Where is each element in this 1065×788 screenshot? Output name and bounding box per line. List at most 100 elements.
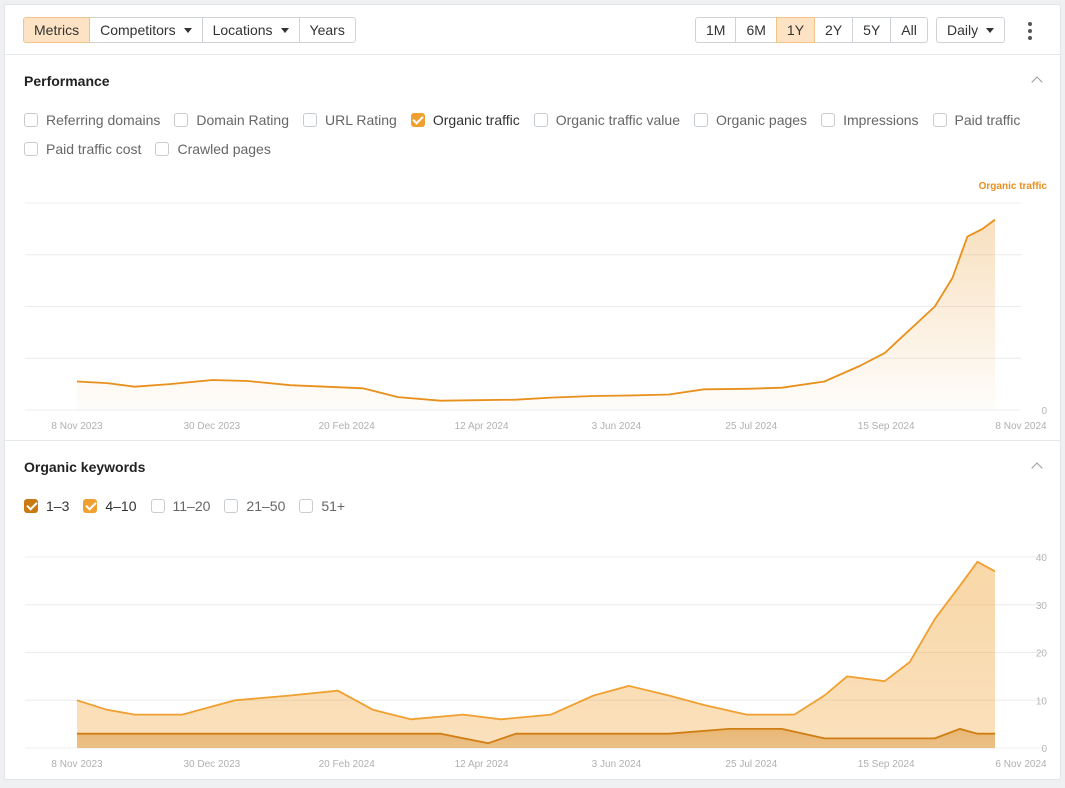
checkbox-empty-icon	[155, 141, 170, 156]
checkbox-organic-pages[interactable]: Organic pages	[694, 112, 807, 128]
x-tick-label: 25 Jul 2024	[725, 759, 777, 770]
x-tick-label: 8 Nov 2024	[995, 421, 1047, 432]
checkbox-label: 1–3	[46, 497, 70, 514]
checkbox-label: Domain Rating	[196, 111, 289, 128]
tab-locations[interactable]: Locations	[201, 17, 300, 43]
checkbox-empty-icon	[174, 112, 189, 127]
y-tick-label: 30	[1036, 601, 1048, 612]
checkbox-empty-icon	[299, 498, 314, 513]
toolbar: Metrics Competitors Locations Years 1M 6M 1Y 2…	[5, 5, 1060, 55]
tab-competitors[interactable]: Competitors	[89, 17, 203, 43]
chevron-up-icon[interactable]	[1032, 461, 1042, 471]
x-tick-label: 20 Feb 2024	[319, 421, 376, 432]
organic-keywords-chart: 0 10 20 30 40 8 Nov 2023 30 Dec 2023 20 Feb 202…	[25, 553, 1048, 770]
checkbox-url-rating[interactable]: URL Rating	[303, 112, 397, 128]
checkbox-21-50[interactable]: 21–50	[224, 498, 285, 514]
view-tabs: Metrics Competitors Locations Years	[23, 17, 356, 43]
site-explorer-overview-panel: Metrics Competitors Locations Years 1M 6M 1Y 2…	[4, 4, 1061, 780]
tab-label: Locations	[212, 22, 273, 38]
range-6m-button[interactable]: 6M	[735, 17, 777, 43]
checkbox-crawled-pages[interactable]: Crawled pages	[155, 140, 271, 157]
range-all-button[interactable]: All	[890, 17, 928, 43]
y-tick-label: 10	[1036, 696, 1048, 707]
checkbox-empty-icon	[24, 112, 38, 127]
checkbox-row: 1–3 4–10 11–20 21–50 51+	[24, 491, 359, 520]
chevron-up-icon[interactable]	[1032, 75, 1042, 85]
tab-label: Competitors	[100, 22, 176, 38]
interval-dropdown[interactable]: Daily	[936, 17, 1006, 43]
checkbox-empty-icon	[150, 498, 165, 513]
checkbox-empty-icon	[932, 112, 947, 127]
performance-title: Performance	[24, 73, 110, 89]
checkbox-impressions[interactable]: Impressions	[821, 111, 919, 128]
checkbox-checked-icon	[83, 498, 98, 513]
performance-metric-checkboxes: Referring domains Domain Rating URL Rating…	[24, 105, 1034, 163]
keyword-position-checkboxes: 1–3 4–10 11–20 21–50 51+	[24, 491, 359, 520]
checkbox-label: Organic traffic value	[555, 111, 680, 128]
range-2y-button[interactable]: 2Y	[814, 17, 854, 43]
checkbox-label: Impressions	[843, 111, 919, 128]
y-tick-label: 0	[1041, 744, 1047, 755]
series-area-organic-traffic	[77, 219, 995, 410]
checkbox-1-3[interactable]: 1–3	[24, 498, 69, 514]
chevron-down-icon	[183, 27, 192, 33]
organic-traffic-chart: 0 8 Nov 2023 30 Dec 2023 20 Feb 2024 12 Apr …	[25, 181, 1048, 432]
checkbox-empty-icon	[303, 112, 317, 127]
x-tick-label: 25 Jul 2024	[725, 421, 777, 432]
range-1y-button[interactable]: 1Y	[775, 17, 816, 43]
chart-legend-label: Organic traffic	[979, 181, 1048, 192]
checkbox-domain-rating[interactable]: Domain Rating	[174, 112, 289, 128]
checkbox-empty-icon	[694, 112, 708, 127]
checkbox-label: 51+	[321, 497, 346, 514]
x-tick-label: 8 Nov 2023	[51, 759, 103, 770]
x-tick-label: 12 Apr 2024	[455, 759, 509, 770]
section-divider	[5, 440, 1060, 441]
checkbox-51[interactable]: 51+	[299, 498, 345, 514]
tab-label: Years	[309, 22, 345, 38]
y-tick-label: 0	[1041, 406, 1047, 417]
x-tick-label: 3 Jun 2024	[592, 421, 642, 432]
checkbox-row: Referring domains Domain Rating URL Rating…	[24, 105, 1034, 134]
checkbox-4-10[interactable]: 4–10	[83, 498, 137, 514]
checkbox-label: Crawled pages	[177, 140, 271, 157]
checkbox-checked-icon	[24, 498, 38, 513]
x-tick-label: 15 Sep 2024	[858, 759, 915, 770]
x-tick-label: 30 Dec 2023	[183, 421, 240, 432]
interval-label: Daily	[947, 22, 979, 38]
checkbox-organic-traffic-value[interactable]: Organic traffic value	[533, 111, 680, 128]
checkbox-organic-traffic[interactable]: Organic traffic	[410, 111, 520, 128]
checkbox-label: URL Rating	[325, 111, 397, 128]
x-tick-label: 12 Apr 2024	[455, 421, 509, 432]
tab-metrics[interactable]: Metrics	[23, 17, 91, 43]
y-tick-label: 20	[1036, 649, 1048, 660]
checkbox-paid-traffic[interactable]: Paid traffic	[932, 112, 1020, 128]
checkbox-empty-icon	[224, 498, 239, 513]
checkbox-empty-icon	[24, 141, 38, 156]
organic-keywords-title: Organic keywords	[24, 459, 146, 475]
checkbox-referring-domains[interactable]: Referring domains	[24, 112, 160, 128]
range-1m-button[interactable]: 1M	[695, 17, 737, 43]
series-area-4-10	[77, 561, 995, 748]
checkbox-paid-traffic-cost[interactable]: Paid traffic cost	[24, 141, 141, 157]
checkbox-empty-icon	[533, 112, 548, 127]
checkbox-label: 21–50	[246, 497, 286, 514]
checkbox-checked-icon	[410, 112, 425, 127]
x-tick-label: 20 Feb 2024	[319, 759, 376, 770]
x-tick-label: 8 Nov 2023	[51, 421, 103, 432]
x-tick-label: 3 Jun 2024	[592, 759, 642, 770]
checkbox-label: Organic pages	[716, 111, 808, 128]
checkbox-11-20[interactable]: 11–20	[150, 498, 210, 514]
x-tick-label: 15 Sep 2024	[858, 421, 915, 432]
chevron-down-icon	[280, 27, 289, 33]
checkbox-label: Organic traffic	[432, 111, 520, 128]
interval-select-wrap: Daily	[936, 17, 1006, 43]
checkbox-row: Paid traffic cost Crawled pages	[24, 134, 1034, 163]
tab-years[interactable]: Years	[298, 17, 356, 43]
y-tick-label: 40	[1036, 553, 1048, 564]
x-tick-label: 30 Dec 2023	[183, 759, 240, 770]
kebab-menu-icon[interactable]	[1028, 22, 1032, 40]
date-range-buttons: 1M 6M 1Y 2Y 5Y All	[695, 17, 928, 43]
checkbox-label: Referring domains	[46, 111, 161, 128]
range-5y-button[interactable]: 5Y	[852, 17, 892, 43]
checkbox-empty-icon	[821, 112, 836, 127]
